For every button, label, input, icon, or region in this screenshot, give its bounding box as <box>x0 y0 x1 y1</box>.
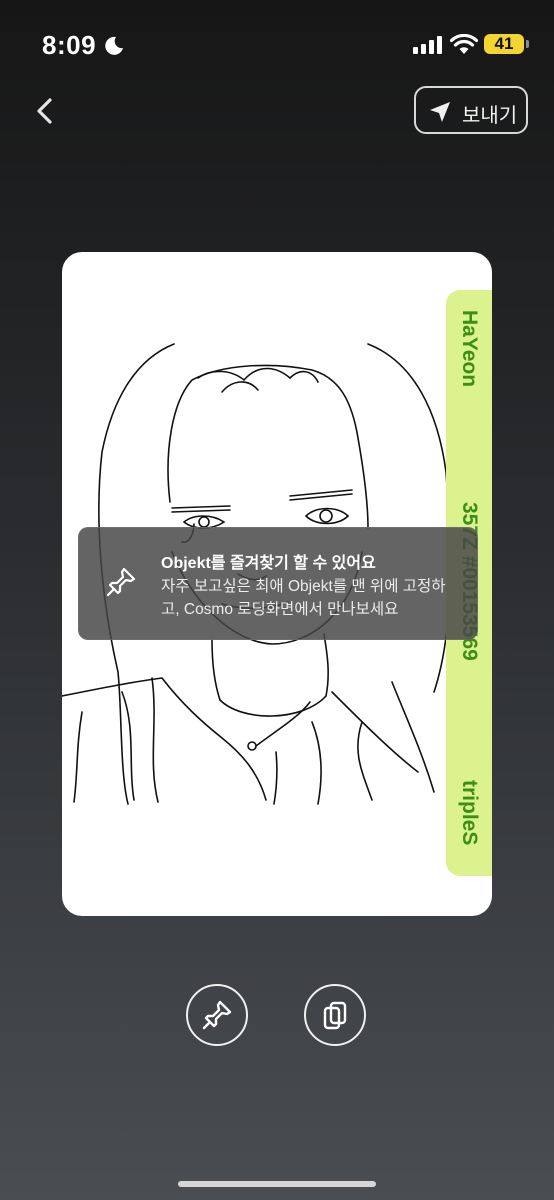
pin-button[interactable] <box>186 984 248 1046</box>
copy-button[interactable] <box>304 984 366 1046</box>
favorite-tooltip: Objekt를 즐겨찾기 할 수 있어요 자주 보고싶은 최애 Objekt를 … <box>78 527 478 640</box>
back-button[interactable] <box>30 92 64 132</box>
tooltip-title: Objekt를 즐겨찾기 할 수 있어요 <box>161 555 376 572</box>
home-indicator <box>178 1181 376 1187</box>
signal-icon <box>413 36 442 54</box>
moon-icon <box>105 36 123 55</box>
tooltip-body: 자주 보고싶은 최애 Objekt를 맨 위에 고정하고, Cosmo 로딩화면… <box>161 578 446 618</box>
send-button[interactable]: 보내기 <box>414 86 528 134</box>
group-name: tripleS <box>458 780 481 846</box>
battery-tip <box>526 40 529 48</box>
battery-icon: 41 <box>484 34 524 54</box>
wifi-icon <box>450 34 478 54</box>
status-time: 8:09 <box>42 30 97 60</box>
pin-icon <box>202 1000 232 1030</box>
send-arrow-icon <box>430 102 450 122</box>
send-label: 보내기 <box>462 105 518 127</box>
status-bar: 8:09 41 <box>0 0 554 90</box>
copy-icon <box>323 1001 347 1030</box>
back-chevron-icon <box>37 98 52 124</box>
member-name: HaYeon <box>458 310 481 388</box>
pin-icon <box>106 567 136 597</box>
